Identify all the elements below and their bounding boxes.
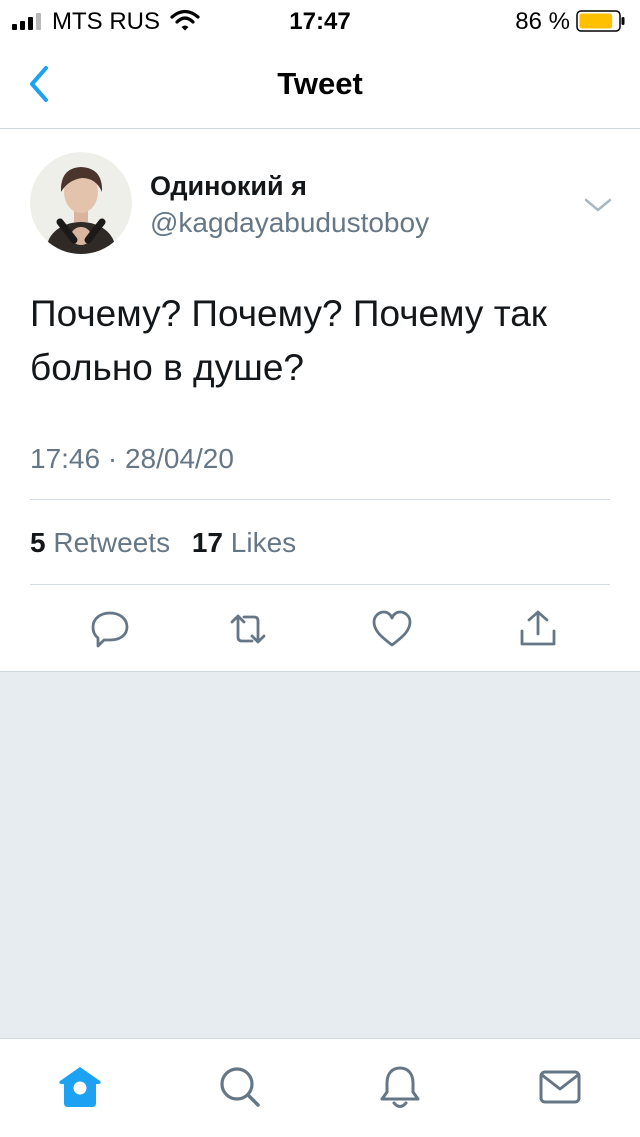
share-icon[interactable] xyxy=(516,607,560,651)
notifications-icon[interactable] xyxy=(376,1063,424,1111)
search-icon[interactable] xyxy=(216,1063,264,1111)
likes-count: 17 xyxy=(191,527,224,558)
likes-stat[interactable]: 17 Likes xyxy=(192,527,296,558)
tweet-detail: Одинокий я @kagdayabudustoboy Почему? По… xyxy=(0,129,640,672)
divider xyxy=(30,499,610,500)
retweets-count: 5 xyxy=(30,527,46,558)
tweet-text: Почему? Почему? Почему так больно в душе… xyxy=(30,293,547,388)
status-bar: MTS RUS 17:47 86 % xyxy=(0,0,640,40)
divider xyxy=(30,584,610,585)
page-title: Tweet xyxy=(277,66,363,101)
nav-bar: Tweet xyxy=(0,40,640,129)
like-icon[interactable] xyxy=(370,607,414,651)
retweet-icon[interactable] xyxy=(226,607,270,651)
likes-label: Likes xyxy=(230,527,297,558)
avatar[interactable] xyxy=(30,152,132,254)
battery-percent: 86 % xyxy=(515,8,570,35)
chevron-down-icon[interactable] xyxy=(582,195,614,215)
author-handle[interactable]: @kagdayabudustoboy xyxy=(150,207,429,239)
retweets-stat[interactable]: 5 Retweets xyxy=(30,527,170,558)
tab-bar xyxy=(0,1038,640,1137)
retweets-label: Retweets xyxy=(53,527,171,558)
home-icon[interactable] xyxy=(56,1063,104,1111)
reply-icon[interactable] xyxy=(88,607,132,651)
tweet-timestamp: 17:46 · 28/04/20 xyxy=(30,443,234,474)
battery-icon xyxy=(576,10,625,32)
tweet-stats: 5 Retweets 17 Likes xyxy=(30,527,310,559)
author-display-name[interactable]: Одинокий я xyxy=(150,171,307,202)
messages-icon[interactable] xyxy=(536,1063,584,1111)
